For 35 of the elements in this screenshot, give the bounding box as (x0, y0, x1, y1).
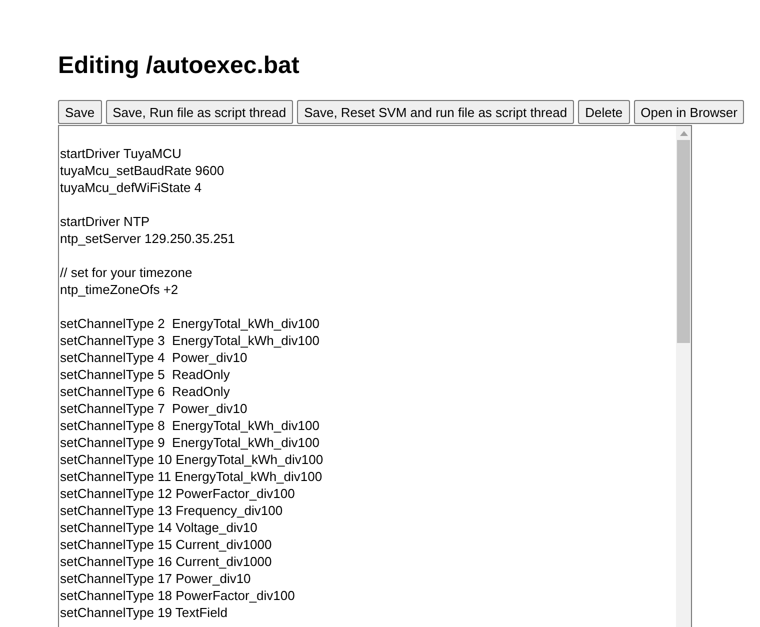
toolbar-button[interactable]: Save (58, 100, 102, 124)
code-line: // set for your timezone (60, 264, 192, 281)
code-line: setChannelType 2 EnergyTotal_kWh_div100 (60, 315, 320, 332)
scrollbar[interactable] (676, 126, 691, 627)
code-line: setChannelType 15 Current_div1000 (60, 536, 272, 553)
code-line: setChannelType 12 PowerFactor_div100 (60, 485, 295, 502)
code-line: tuyaMcu_setBaudRate 9600 (60, 162, 224, 179)
code-line: ntp_setServer 129.250.35.251 (60, 230, 235, 247)
toolbar-button[interactable]: Open in Browser (634, 100, 744, 124)
code-line: setChannelType 4 Power_div10 (60, 349, 248, 366)
code-line: setChannelType 9 EnergyTotal_kWh_div100 (60, 434, 320, 451)
code-line: setChannelType 18 PowerFactor_div100 (60, 587, 295, 604)
code-line: setChannelType 17 Power_div10 (60, 570, 251, 587)
toolbar-button[interactable]: Save, Reset SVM and run file as script thread (297, 100, 574, 124)
code-line: setChannelType 14 Voltage_div10 (60, 519, 258, 536)
code-line: setChannelType 8 EnergyTotal_kWh_div100 (60, 417, 320, 434)
code-line: setChannelType 16 Current_div1000 (60, 553, 272, 570)
code-line: setChannelType 3 EnergyTotal_kWh_div100 (60, 332, 320, 349)
code-line: tuyaMcu_defWiFiState 4 (60, 179, 202, 196)
toolbar-button[interactable]: Delete (578, 100, 630, 124)
scrollbar-thumb[interactable] (677, 140, 690, 343)
code-line: startDriver TuyaMCU (60, 145, 182, 162)
code-line: setChannelType 5 ReadOnly (60, 366, 230, 383)
code-line: setChannelType 19 TextField (60, 604, 228, 621)
page-title: Editing /autoexec.bat (58, 51, 300, 81)
code-line: setChannelType 7 Power_div10 (60, 400, 248, 417)
code-line: setChannelType 6 ReadOnly (60, 383, 230, 400)
toolbar-button[interactable]: Save, Run file as script thread (106, 100, 294, 124)
script-editor[interactable] (58, 125, 692, 627)
code-line: setChannelType 13 Frequency_div100 (60, 502, 283, 519)
code-line: startDriver NTP (60, 213, 150, 230)
code-line: setChannelType 11 EnergyTotal_kWh_div100 (60, 468, 322, 485)
code-line: setChannelType 10 EnergyTotal_kWh_div100 (60, 451, 324, 468)
code-line: ntp_timeZoneOfs +2 (60, 281, 178, 298)
scroll-up-icon[interactable] (680, 131, 688, 136)
